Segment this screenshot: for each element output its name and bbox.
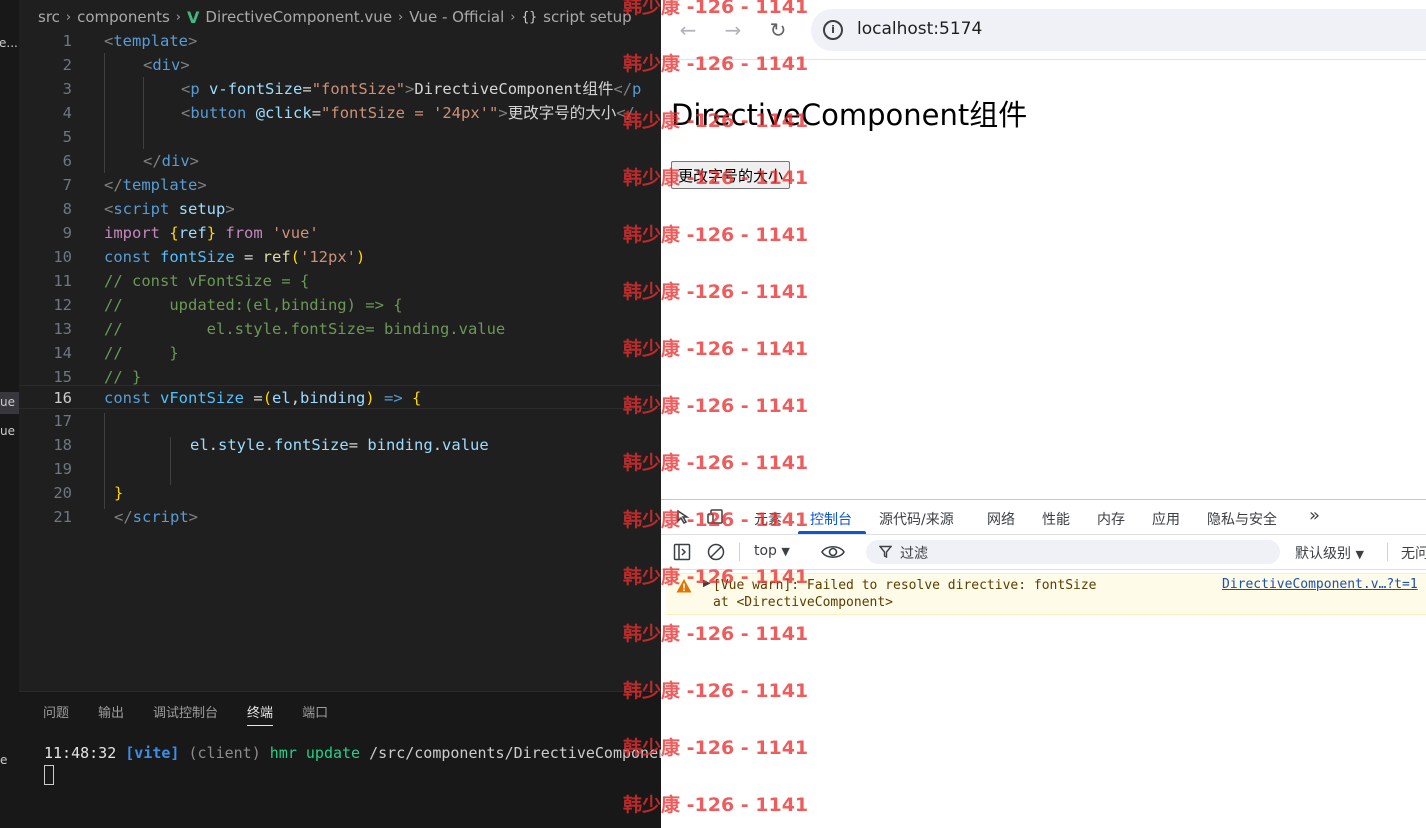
devtools-tabs: 元素 控制台 源代码/来源 网络 性能 内存 应用 隐私与安全 » xyxy=(661,500,1426,535)
vue-file-icon: V xyxy=(187,7,200,27)
code-line: 12// updated:(el,binding) => { xyxy=(53,296,403,314)
code-line-current: 16 const vFontSize =(el,binding) => { xyxy=(19,385,661,409)
code-line: 5 xyxy=(62,128,72,146)
expand-triangle-icon[interactable]: ▶ xyxy=(703,578,711,589)
caret-down-icon: ▼ xyxy=(1355,548,1364,561)
tab-ports[interactable]: 端口 xyxy=(302,702,328,726)
back-arrow-icon[interactable]: ← xyxy=(673,15,703,45)
page-viewport: DirectiveComponent组件 更改字号的大小 xyxy=(661,60,1426,498)
breadcrumb-item[interactable]: script setup xyxy=(543,8,632,26)
explorer-item-stub[interactable]: ue xyxy=(0,395,15,409)
forward-arrow-icon[interactable]: → xyxy=(718,15,748,45)
code-line: 10 const fontSize = ref('12px') xyxy=(53,248,366,266)
tab-console[interactable]: 控制台 xyxy=(810,509,852,529)
explorer-item-stub[interactable]: e... xyxy=(0,36,18,50)
console-warning-message[interactable]: ▶ [Vue warn]: Failed to resolve directiv… xyxy=(666,573,1426,615)
chevron-right-icon: › xyxy=(175,9,181,25)
filter-placeholder: 过滤 xyxy=(900,546,928,562)
code-line: 17 xyxy=(53,412,72,430)
change-font-size-button[interactable]: 更改字号的大小 xyxy=(671,161,791,189)
terminal-output: 11:48:32 [vite] (client) hmr update /src… xyxy=(44,744,661,762)
code-line: 21 </script> xyxy=(53,508,199,526)
tab-terminal[interactable]: 终端 xyxy=(247,702,274,726)
code-line: 6 </div> xyxy=(62,152,200,170)
issues-counter[interactable]: 无问题 xyxy=(1401,543,1426,563)
page-heading: DirectiveComponent组件 xyxy=(671,98,1028,132)
warning-text: [Vue warn]: Failed to resolve directive:… xyxy=(713,578,1097,610)
inspect-element-icon[interactable] xyxy=(675,508,693,526)
breadcrumb-item[interactable]: DirectiveComponent.vue xyxy=(205,8,392,26)
terminal-cursor[interactable] xyxy=(44,765,54,785)
code-line: 7 </template> xyxy=(62,176,207,194)
activity-bar: e... ue ue e xyxy=(0,0,19,828)
code-line: 4 <button @click="fontSize = '24px'">更改字号… xyxy=(62,104,635,122)
bottom-panel: 问题 输出 调试控制台 终端 端口 11:48:32 [vite] (clien… xyxy=(19,691,661,828)
warning-source-link[interactable]: DirectiveComponent.v…?t=1 xyxy=(1222,577,1418,592)
filter-input[interactable]: 过滤 xyxy=(866,540,1280,564)
explorer-item-stub[interactable]: e xyxy=(0,753,7,767)
log-levels-select[interactable]: 默认级别 ▼ xyxy=(1295,543,1364,563)
warning-icon xyxy=(676,579,692,593)
tab-privacy-security[interactable]: 隐私与安全 xyxy=(1207,509,1277,529)
code-line: 11// const vFontSize = { xyxy=(53,272,310,290)
code-editor[interactable]: 1 <template> 2 <div> 3 <p v-fontSize="fontS… xyxy=(19,29,661,689)
braces-icon: {} xyxy=(521,9,538,25)
tab-output[interactable]: 输出 xyxy=(98,702,124,726)
clear-console-icon[interactable] xyxy=(707,543,725,561)
filter-icon xyxy=(879,545,892,558)
code-line: 1 <template> xyxy=(62,32,198,50)
console-toolbar: top ▼ 过滤 默认级别 ▼ 无问题 xyxy=(661,535,1426,570)
chevron-right-icon: › xyxy=(510,9,516,25)
vscode-window: e... ue ue e src › components › V Direct… xyxy=(0,0,661,828)
chevron-right-icon: › xyxy=(65,9,72,25)
tab-application[interactable]: 应用 xyxy=(1152,509,1180,529)
address-bar[interactable]: i localhost:5174 xyxy=(811,9,1426,51)
url-text[interactable]: localhost:5174 xyxy=(857,19,982,39)
code-line: 3 <p v-fontSize="fontSize">DirectiveCompo… xyxy=(62,80,642,98)
panel-tabs: 问题 输出 调试控制台 终端 端口 xyxy=(43,702,328,726)
tab-performance[interactable]: 性能 xyxy=(1042,509,1070,529)
tab-network[interactable]: 网络 xyxy=(987,509,1015,529)
more-tabs-icon[interactable]: » xyxy=(1309,505,1320,526)
explorer-item-stub[interactable]: ue xyxy=(0,424,15,438)
reload-icon[interactable]: ↻ xyxy=(763,15,793,45)
code-line: 20} xyxy=(53,484,124,502)
device-toolbar-icon[interactable] xyxy=(707,508,725,526)
chevron-right-icon: › xyxy=(398,9,404,25)
toolbar-divider xyxy=(1387,543,1388,561)
code-line: 18 el.style.fontSize= binding.value xyxy=(53,436,489,454)
code-line: 8 <script setup> xyxy=(62,200,235,218)
tab-problems[interactable]: 问题 xyxy=(43,702,69,726)
browser-toolbar: ← → ↻ i localhost:5174 xyxy=(661,0,1426,60)
active-tab-indicator xyxy=(798,531,866,534)
tab-debug-console[interactable]: 调试控制台 xyxy=(153,702,218,726)
devtools-panel: 元素 控制台 源代码/来源 网络 性能 内存 应用 隐私与安全 » top ▼ … xyxy=(661,499,1426,828)
code-line: 2 <div> xyxy=(62,56,190,74)
tab-memory[interactable]: 内存 xyxy=(1097,509,1125,529)
context-select[interactable]: top ▼ xyxy=(754,543,790,559)
eye-icon[interactable] xyxy=(821,543,845,561)
tab-sources[interactable]: 源代码/来源 xyxy=(879,509,954,529)
toolbar-divider xyxy=(739,543,740,561)
breadcrumb-item[interactable]: components xyxy=(77,8,170,26)
code-line: 19 xyxy=(53,460,72,478)
caret-down-icon: ▼ xyxy=(781,545,790,558)
sidebar-toggle-icon[interactable] xyxy=(673,543,691,561)
code-line: 13// el.style.fontSize= binding.value xyxy=(53,320,506,338)
browser-window: ← → ↻ i localhost:5174 DirectiveComponen… xyxy=(661,0,1426,828)
breadcrumb-item[interactable]: Vue - Official xyxy=(409,8,504,26)
breadcrumb-item[interactable]: src xyxy=(38,8,60,26)
tab-elements[interactable]: 元素 xyxy=(754,509,782,529)
code-line: 14// } xyxy=(53,344,179,362)
site-info-icon[interactable]: i xyxy=(823,20,843,40)
code-line: 9 import {ref} from 'vue' xyxy=(62,224,319,242)
breadcrumb: src › components › V DirectiveComponent.… xyxy=(38,4,661,30)
